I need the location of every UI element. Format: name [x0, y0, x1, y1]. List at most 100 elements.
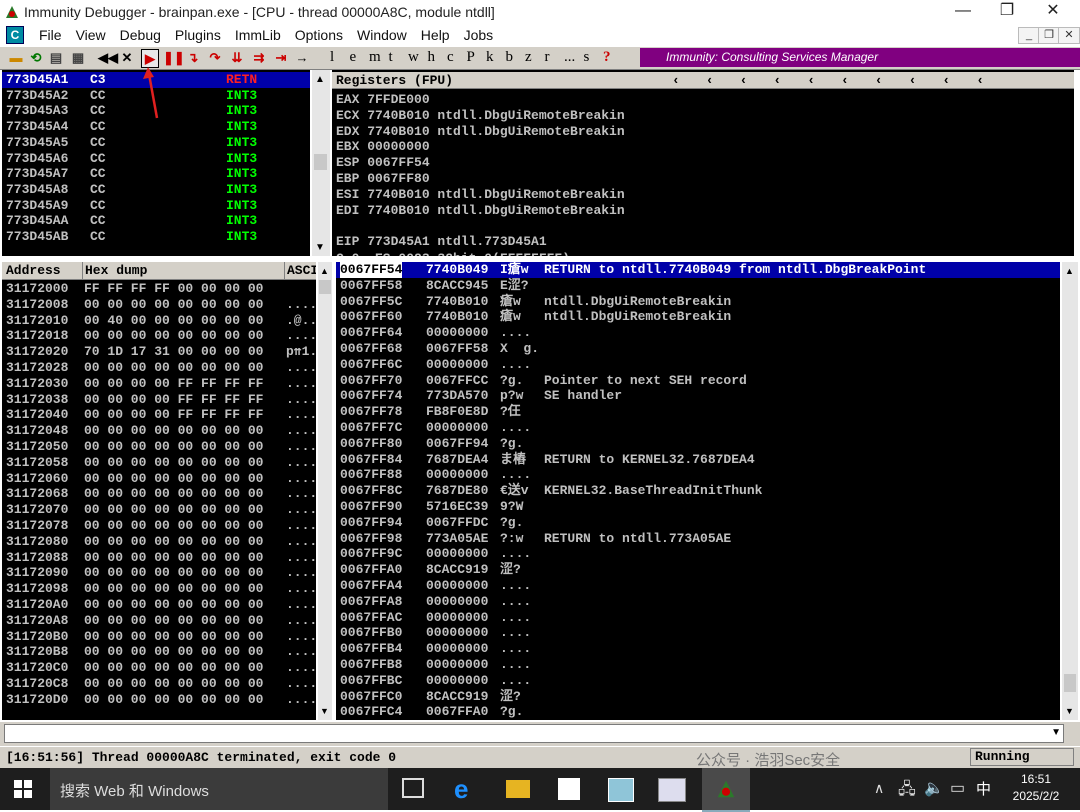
disasm-row[interactable]: 773D45A3 CC INT3: [2, 103, 310, 119]
stack-row[interactable]: 0067FF64 00000000....: [336, 325, 1060, 341]
disasm-row[interactable]: 773D45A1 C3 RETN: [2, 72, 310, 88]
command-dropdown-icon[interactable]: ▼: [1051, 727, 1061, 738]
register-row[interactable]: EDX 7740B010 ntdll.DbgUiRemoteBreakin: [336, 124, 625, 140]
command-input[interactable]: ▼: [4, 724, 1064, 743]
rewind-icon[interactable]: ◀◀: [98, 49, 118, 66]
dump-hex[interactable]: 00 00 00 00 00 00 00 00: [84, 455, 263, 471]
dump-hex[interactable]: 00 00 00 00 00 00 00 00: [84, 534, 263, 550]
stack-row[interactable]: 0067FF54 7740B049 I瘡w RETURN to ntdll.7740B…: [336, 262, 1060, 278]
stack-row[interactable]: 0067FFC0 8CACC919 涩?: [336, 689, 1060, 705]
dump-ascii-header[interactable]: ASCI: [284, 262, 316, 279]
mdi-close-button[interactable]: ✕: [1058, 27, 1080, 44]
cpu-window-icon[interactable]: C: [6, 26, 24, 44]
step-into-icon[interactable]: ↴: [184, 49, 202, 66]
stack-row[interactable]: 0067FFAC 00000000....: [336, 610, 1060, 626]
toolbar-letter-0[interactable]: l: [330, 49, 334, 66]
stack-row[interactable]: 0067FF80 0067FF94 ?g.: [336, 436, 1060, 452]
stack-scrollbar[interactable]: ▲ ▼: [1062, 262, 1078, 720]
stack-row[interactable]: 0067FF98 773A05AE ?:w RETURN to ntdll.773A0…: [336, 531, 1060, 547]
disasm-row[interactable]: 773D45A6 CC INT3: [2, 151, 310, 167]
disasm-row[interactable]: 773D45A9 CC INT3: [2, 198, 310, 214]
attach-icon[interactable]: ▤: [48, 49, 64, 66]
task-view-icon[interactable]: [402, 778, 424, 798]
dump-hex[interactable]: 00 00 00 00 00 00 00 00: [84, 486, 263, 502]
register-row[interactable]: ESI 7740B010 ntdll.DbgUiRemoteBreakin: [336, 187, 625, 203]
dump-hex[interactable]: 00 00 00 00 00 00 00 00: [84, 581, 263, 597]
network-icon[interactable]: 🖧: [898, 778, 916, 805]
menu-immlib[interactable]: ImmLib: [228, 26, 288, 44]
dump-hex[interactable]: 00 00 00 00 FF FF FF FF: [84, 407, 263, 423]
register-row[interactable]: EDI 7740B010 ntdll.DbgUiRemoteBreakin: [336, 203, 625, 219]
stack-row[interactable]: 0067FFBC 00000000....: [336, 673, 1060, 689]
register-row[interactable]: EIP 773D45A1 ntdll.773D45A1: [336, 234, 547, 250]
stack-row[interactable]: 0067FF5C 7740B010 瘡w ntdll.DbgUiRemoteBreak…: [336, 294, 1060, 310]
stack-row[interactable]: 0067FF78 FB8F0E8D ?仼: [336, 404, 1060, 420]
dump-address-header[interactable]: Address: [6, 262, 61, 279]
dump-hex[interactable]: 00 00 00 00 00 00 00 00: [84, 644, 263, 660]
disasm-row[interactable]: 773D45AB CC INT3: [2, 229, 310, 245]
stack-row[interactable]: 0067FF84 7687DEA4 ま樁 RETURN to KERNEL32.768…: [336, 452, 1060, 468]
tray-chevron-icon[interactable]: ∧: [874, 780, 884, 797]
volume-icon[interactable]: 🔈: [924, 778, 944, 798]
stack-row[interactable]: 0067FFC4 0067FFA0 ?g.: [336, 704, 1060, 720]
menu-help[interactable]: Help: [414, 26, 457, 44]
dump-hex[interactable]: 00 40 00 00 00 00 00 00: [84, 313, 263, 329]
menu-plugins[interactable]: Plugins: [168, 26, 228, 44]
notepad-icon[interactable]: [608, 778, 634, 802]
windows-start-icon[interactable]: [14, 780, 32, 798]
register-row[interactable]: ECX 7740B010 ntdll.DbgUiRemoteBreakin: [336, 108, 625, 124]
dump-hex[interactable]: 00 00 00 00 00 00 00 00: [84, 613, 263, 629]
app-window-icon[interactable]: [658, 778, 686, 802]
dump-hex[interactable]: 00 00 00 00 FF FF FF FF: [84, 392, 263, 408]
toolbar-letter-1[interactable]: e: [350, 49, 357, 66]
stack-row[interactable]: 0067FFB0 00000000....: [336, 625, 1060, 641]
toolbar-letter-3[interactable]: t: [389, 49, 393, 66]
toolbar-letter-6[interactable]: c: [447, 49, 454, 66]
stack-row[interactable]: 0067FF58 8CACC945 E涩?: [336, 278, 1060, 294]
dump-hex[interactable]: 00 00 00 00 00 00 00 00: [84, 423, 263, 439]
stack-row[interactable]: 0067FF90 5716EC39 9?W: [336, 499, 1060, 515]
file-explorer-icon[interactable]: [506, 780, 530, 798]
dump-hex[interactable]: 00 00 00 00 00 00 00 00: [84, 629, 263, 645]
ime-indicator[interactable]: 中: [976, 778, 991, 799]
execute-till-return-icon[interactable]: ⇥: [272, 49, 290, 66]
register-row[interactable]: EBP 0067FF80: [336, 171, 430, 187]
stack-row[interactable]: 0067FF9C 00000000....: [336, 546, 1060, 562]
close-button[interactable]: ✕: [1030, 0, 1076, 24]
register-row[interactable]: EBX 00000000: [336, 139, 430, 155]
disasm-row[interactable]: 773D45A2 CC INT3: [2, 88, 310, 104]
toolbar-letter-5[interactable]: h: [428, 49, 436, 66]
go-to-icon[interactable]: →: [294, 49, 310, 66]
pause-icon[interactable]: ❚❚: [163, 49, 185, 66]
store-icon[interactable]: [558, 778, 580, 800]
trace-over-icon[interactable]: ⇉: [250, 49, 268, 66]
dump-hex[interactable]: 00 00 00 00 00 00 00 00: [84, 565, 263, 581]
stack-row[interactable]: 0067FF68 0067FF58 X g.: [336, 341, 1060, 357]
edge-browser-icon[interactable]: e: [454, 774, 468, 805]
register-row[interactable]: ESP 0067FF54: [336, 155, 430, 171]
toolbar-letter-7[interactable]: P: [467, 49, 475, 66]
clock[interactable]: 16:51 2025/2/2: [1006, 771, 1066, 805]
disassembly-pane[interactable]: 773D45A1 C3 RETN 773D45A2 CC INT3 773D45A3 CC IN…: [2, 70, 310, 256]
mdi-minimize-button[interactable]: _: [1018, 27, 1040, 44]
dump-hex[interactable]: 00 00 00 00 00 00 00 00: [84, 660, 263, 676]
dump-hex[interactable]: 00 00 00 00 00 00 00 00: [84, 518, 263, 534]
stack-row[interactable]: 0067FF60 7740B010 瘡w ntdll.DbgUiRemoteBreak…: [336, 309, 1060, 325]
register-arrows[interactable]: ‹‹‹‹‹‹‹‹‹‹: [672, 72, 1010, 89]
maximize-button[interactable]: ❐: [984, 0, 1030, 24]
toolbar-letter-2[interactable]: m: [369, 49, 381, 66]
disasm-row[interactable]: 773D45A4 CC INT3: [2, 119, 310, 135]
stack-pane[interactable]: 0067FF54 7740B049 I瘡w RETURN to ntdll.7740B…: [336, 262, 1060, 720]
step-over-icon[interactable]: ↷: [206, 49, 224, 66]
disasm-row[interactable]: 773D45AA CC INT3: [2, 213, 310, 229]
consulting-banner[interactable]: Immunity: Consulting Services Manager: [640, 48, 1080, 67]
menu-debug[interactable]: Debug: [113, 26, 168, 44]
dump-pane[interactable]: Address Hex dump ASCI 31172000 FF FF FF F…: [2, 262, 316, 720]
dump-hex[interactable]: 00 00 00 00 00 00 00 00: [84, 676, 263, 692]
toolbar-letter-12[interactable]: ...: [564, 49, 575, 66]
menu-file[interactable]: File: [32, 26, 69, 44]
trace-into-icon[interactable]: ⇊: [228, 49, 246, 66]
dump-hex[interactable]: 00 00 00 00 00 00 00 00: [84, 471, 263, 487]
disassembly-scrollbar[interactable]: ▲ ▼: [312, 70, 330, 256]
dump-hex[interactable]: 00 00 00 00 00 00 00 00: [84, 360, 263, 376]
